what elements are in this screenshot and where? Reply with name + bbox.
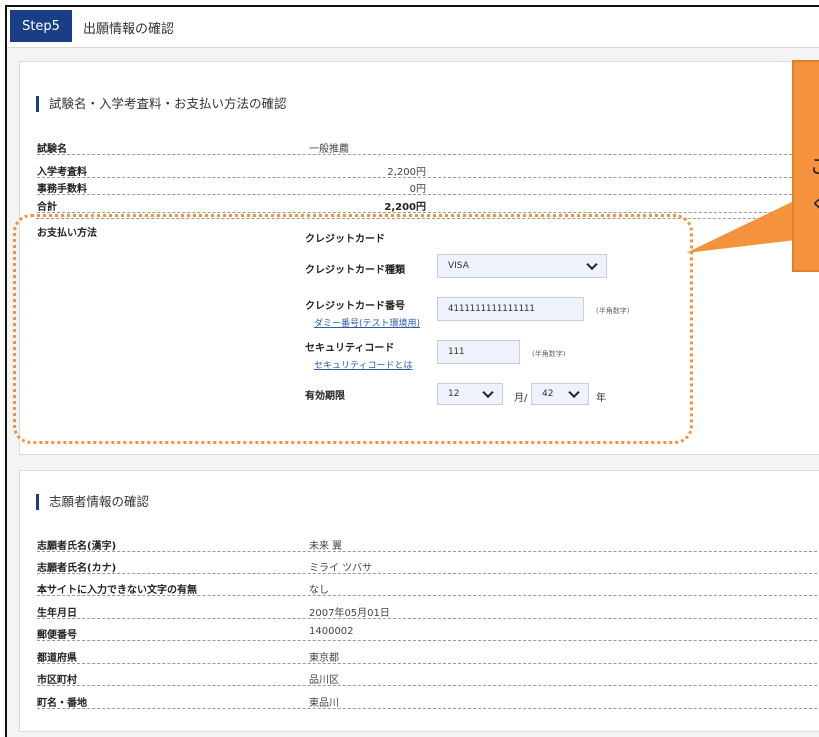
- row-label: 生年月日: [37, 608, 77, 619]
- row-value: 2007年05月01日: [309, 608, 390, 619]
- row-handling-fee: 事務手数料 0円: [37, 178, 817, 195]
- row-label: 志願者氏名(漢字): [37, 541, 117, 552]
- row-value: 品川区: [309, 675, 339, 686]
- row-label: 本サイトに入力できない文字の有無: [37, 585, 197, 596]
- table-row: 市区町村 品川区: [37, 669, 817, 686]
- row-value: 東品川: [309, 698, 339, 709]
- row-label: 志願者氏名(カナ): [37, 563, 117, 574]
- row-value: なし: [309, 585, 329, 596]
- row-value: 未来 翼: [309, 541, 343, 552]
- table-row: 志願者氏名(漢字) 未来 翼: [37, 535, 817, 552]
- row-label: 都道府県: [37, 653, 77, 664]
- table-row: 都道府県 東京都: [37, 647, 817, 664]
- exam-section-title: 試験名・入学考査料・お支払い方法の確認: [36, 96, 287, 112]
- step-badge: Step5: [10, 10, 72, 42]
- applicant-card: 志願者情報の確認 志願者氏名(漢字) 未来 翼 志願者氏名(カナ) ミライ ツバ…: [19, 470, 819, 732]
- table-row: 生年月日 2007年05月01日: [37, 602, 817, 619]
- row-label: 入学考査料: [37, 167, 87, 178]
- row-exam-fee: 入学考査料 2,200円: [37, 161, 817, 178]
- applicant-section-title: 志願者情報の確認: [36, 494, 149, 510]
- table-row: 町名・番地 東品川: [37, 692, 817, 709]
- row-label: 市区町村: [37, 675, 77, 686]
- row-label: 合計: [37, 202, 57, 213]
- row-amount: 2,200円: [387, 167, 426, 178]
- callout-text-fragment: ご: [810, 150, 819, 179]
- row-label: 郵便番号: [37, 630, 77, 641]
- row-value: 東京都: [309, 653, 339, 664]
- payment-highlight-outline: [13, 214, 693, 444]
- callout-tail: [686, 200, 796, 253]
- table-row: 志願者氏名(カナ) ミライ ツバサ: [37, 557, 817, 574]
- row-label: 事務手数料: [37, 184, 87, 195]
- callout-box: ご く: [792, 60, 819, 272]
- row-value: 1400002: [309, 626, 354, 637]
- row-label: 試験名: [37, 144, 67, 155]
- table-row: 本サイトに入力できない文字の有無 なし: [37, 579, 817, 596]
- page-title: 出願情報の確認: [83, 22, 175, 37]
- row-amount: 0円: [409, 184, 426, 195]
- row-value: 一般推薦: [309, 144, 349, 155]
- row-value: ミライ ツバサ: [309, 563, 373, 574]
- row-exam-name: 試験名 一般推薦: [37, 138, 817, 155]
- callout-text-fragment: く: [810, 188, 819, 217]
- row-label: 町名・番地: [37, 698, 87, 709]
- table-row: 郵便番号 1400002: [37, 624, 817, 641]
- row-amount: 2,200円: [384, 202, 426, 213]
